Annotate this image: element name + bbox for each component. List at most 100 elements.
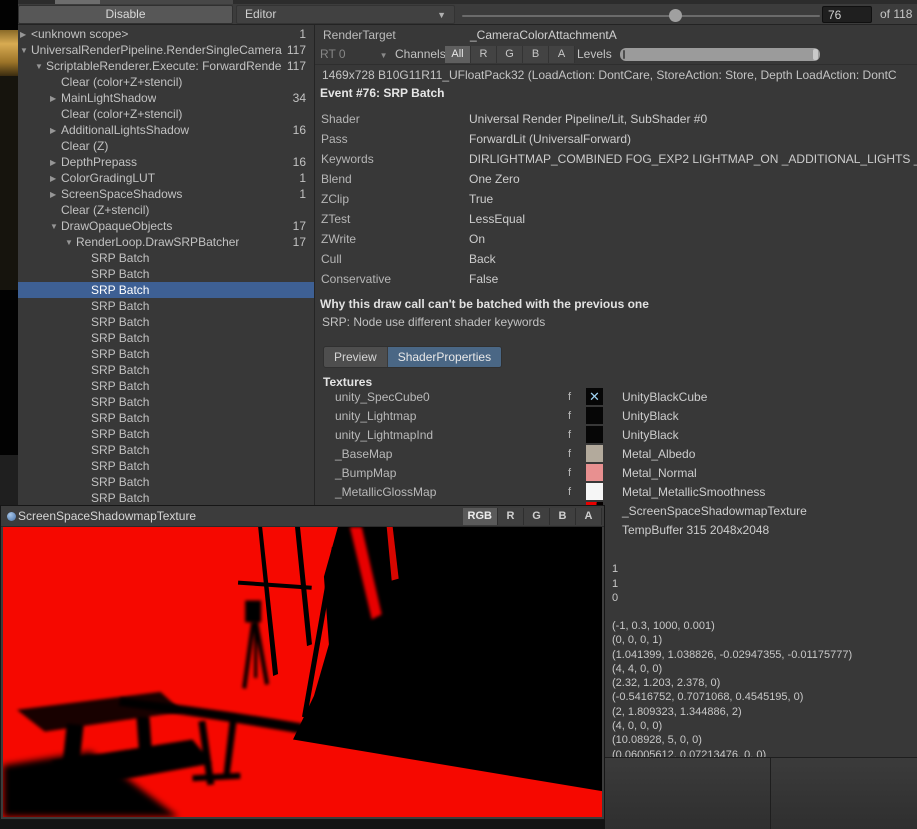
tree-row[interactable]: ▶ <unknown scope> 1 [18,26,314,42]
property-row: ZWrite On [315,229,917,249]
tree-row[interactable]: SRP Batch [18,394,314,410]
render-target-value: _CameraColorAttachmentA [470,28,617,42]
tree-expander-icon[interactable]: ▶ [50,190,61,199]
property-label: Pass [315,132,469,146]
texture-row[interactable]: _MetallicGlossMap f Metal_MetallicSmooth… [315,482,917,501]
channel-button[interactable]: R [471,46,497,63]
tree-row-label: SRP Batch [91,363,149,377]
event-slider-track[interactable] [462,15,820,17]
panel-divider [770,758,771,829]
tree-expander-icon[interactable]: ▼ [20,46,31,55]
preview-channel-button[interactable]: G [524,508,550,525]
tree-row-count: 117 [287,59,314,73]
preview-channel-button[interactable]: B [550,508,576,525]
channel-button[interactable]: G [497,46,523,63]
tree-row[interactable]: SRP Batch [18,458,314,474]
tree-row[interactable]: ▶ AdditionalLightsShadow 16 [18,122,314,138]
texture-asset-name: UnityBlack [603,428,679,442]
tree-row[interactable]: SRP Batch [18,250,314,266]
property-row: Conservative False [315,269,917,289]
texture-thumbnail[interactable] [586,483,603,500]
texture-flag: f [568,429,584,441]
tree-row[interactable]: SRP Batch [18,298,314,314]
tree-row[interactable]: ▶ DepthPrepass 16 [18,154,314,170]
preview-channel-button[interactable]: A [576,508,602,525]
tree-row[interactable]: Clear (color+Z+stencil) [18,74,314,90]
tab-shader-properties[interactable]: ShaderProperties [388,347,501,367]
background-editor-panels [605,757,917,829]
property-value: On [469,232,485,246]
tree-expander-icon[interactable]: ▼ [50,222,61,231]
texture-thumbnail[interactable] [586,388,603,405]
texture-row[interactable]: unity_SpecCube0 f UnityBlackCube [315,387,917,406]
texture-row[interactable]: unity_Lightmap f UnityBlack [315,406,917,425]
texture-row[interactable]: unity_LightmapInd f UnityBlack [315,425,917,444]
tree-row[interactable]: SRP Batch [18,410,314,426]
tree-expander-icon[interactable]: ▶ [50,94,61,103]
tree-row[interactable]: SRP Batch [18,474,314,490]
tree-row[interactable]: Clear (color+Z+stencil) [18,106,314,122]
tree-expander-icon[interactable]: ▶ [50,174,61,183]
tree-row[interactable]: ▼ ScriptableRenderer.Execute: ForwardRen… [18,58,314,74]
texture-thumbnail[interactable] [586,445,603,462]
tree-row[interactable]: ▶ ScreenSpaceShadows 1 [18,186,314,202]
tree-expander-icon[interactable]: ▼ [35,62,46,71]
tree-row[interactable]: SRP Batch [18,426,314,442]
tree-row[interactable]: Clear (Z) [18,138,314,154]
vector-values: (-1, 0.3, 1000, 0.001)(0, 0, 0, 1)(1.041… [612,619,852,757]
tab-preview[interactable]: Preview [324,347,388,367]
vector-value: (0.06005612, 0.07213476, 0, 0) [612,748,852,757]
tree-expander-icon[interactable]: ▼ [65,238,76,247]
tree-row[interactable]: SRP Batch [18,330,314,346]
texture-flag: f [568,410,584,422]
event-number-input[interactable]: 76 [822,6,872,23]
property-label: ZTest [315,212,469,226]
channel-buttons: All R G B A [445,46,575,63]
tree-expander-icon[interactable]: ▶ [20,30,31,39]
texture-thumbnail[interactable] [586,464,603,481]
tree-row[interactable]: SRP Batch [18,442,314,458]
tree-row[interactable]: Clear (Z+stencil) [18,202,314,218]
preview-channel-button[interactable]: RGB [463,508,498,525]
target-select-dropdown[interactable]: Editor ▼ [236,5,455,24]
tree-row-count: 1 [299,27,314,41]
tree-row-label: <unknown scope> [31,27,128,41]
channel-button[interactable]: B [523,46,549,63]
vector-value: (2.32, 1.203, 2.378, 0) [612,676,852,690]
tree-row[interactable]: ▶ ColorGradingLUT 1 [18,170,314,186]
preview-title-bar[interactable]: ScreenSpaceShadowmapTexture RGB R G B A [1,506,604,527]
tree-expander-icon[interactable]: ▶ [50,126,61,135]
tree-row[interactable]: SRP Batch [18,266,314,282]
texture-row[interactable]: _BumpMap f Metal_Normal [315,463,917,482]
tree-row[interactable]: ▼ RenderLoop.DrawSRPBatcher 17 [18,234,314,250]
rt-index-dropdown[interactable]: RT 0▼ [320,47,388,61]
tree-row-label: SRP Batch [91,411,149,425]
tree-row-label: SRP Batch [91,315,149,329]
tree-row[interactable]: ▶ MainLightShadow 34 [18,90,314,106]
tree-row[interactable]: SRP Batch [18,490,314,505]
texture-thumbnail[interactable] [586,426,603,443]
property-value: False [469,272,498,286]
tree-row[interactable]: SRP Batch [18,378,314,394]
tree-row[interactable]: ▼ DrawOpaqueObjects 17 [18,218,314,234]
tree-row-label: Clear (color+Z+stencil) [61,75,182,89]
texture-thumbnail[interactable] [586,407,603,424]
tree-row[interactable]: SRP Batch [18,314,314,330]
tree-row[interactable]: SRP Batch [18,346,314,362]
tree-row[interactable]: SRP Batch [18,282,314,298]
tree-row-label: SRP Batch [91,299,149,313]
tree-row-label: SRP Batch [91,459,149,473]
tree-row-label: SRP Batch [91,491,149,505]
tree-row[interactable]: SRP Batch [18,362,314,378]
channel-button[interactable]: All [445,46,471,63]
tree-row[interactable]: ▼ UniversalRenderPipeline.RenderSingleCa… [18,42,314,58]
property-row: Blend One Zero [315,169,917,189]
disable-button[interactable]: Disable [18,5,233,24]
tree-expander-icon[interactable]: ▶ [50,158,61,167]
event-slider-handle[interactable] [669,9,682,22]
preview-channel-button[interactable]: R [498,508,524,525]
property-row: ZTest LessEqual [315,209,917,229]
channel-button[interactable]: A [549,46,575,63]
levels-range-slider[interactable] [620,48,820,61]
texture-row[interactable]: _BaseMap f Metal_Albedo [315,444,917,463]
